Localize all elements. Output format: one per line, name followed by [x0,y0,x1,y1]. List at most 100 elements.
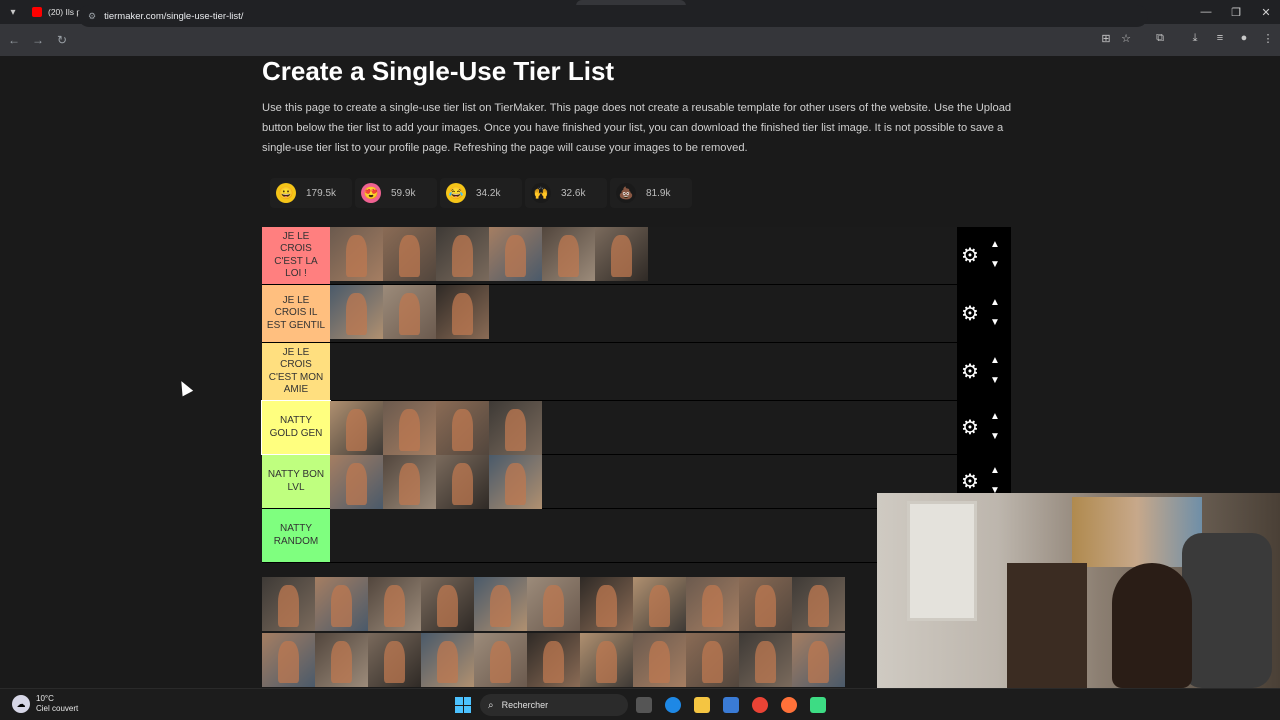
tier-image[interactable] [686,633,739,687]
site-info-icon[interactable]: ⚙ [88,11,96,22]
tier-image[interactable] [383,455,436,509]
task-view-icon[interactable] [636,697,652,713]
tier-image[interactable] [580,577,633,631]
translate-icon[interactable]: ⊞ [1097,32,1115,45]
windows-taskbar: ☁ 10°C Ciel couvert ⌕ Rechercher [0,688,1280,720]
tier-drop-zone[interactable] [330,285,957,342]
tier-image[interactable] [330,227,383,281]
move-tier-up-icon[interactable]: ▲ [990,356,1000,366]
tier-label[interactable]: NATTY GOLD GEN [261,400,331,455]
tier-image[interactable] [383,227,436,281]
tier-image[interactable] [489,401,542,455]
tier-image[interactable] [368,633,421,687]
tier-image[interactable] [633,577,686,631]
reaction-button[interactable]: 💩 81.9k [610,178,692,208]
tier-drop-zone[interactable] [330,401,957,455]
move-tier-down-icon[interactable]: ▼ [990,260,1000,270]
store-icon[interactable] [723,697,739,713]
move-tier-down-icon[interactable]: ▼ [990,432,1000,442]
bookmark-star-icon[interactable]: ☆ [1117,32,1135,45]
forward-icon[interactable]: → [26,28,50,52]
tier-image[interactable] [315,633,368,687]
tier-image[interactable] [330,285,383,339]
taskbar-search[interactable]: ⌕ Rechercher [480,694,628,716]
browser-menu-icon[interactable]: ⋮ [1259,32,1277,45]
extensions-icon[interactable]: ⧉ [1151,32,1169,45]
tier-image[interactable] [527,577,580,631]
tier-image[interactable] [474,577,527,631]
minimize-icon[interactable]: — [1190,0,1222,24]
move-tier-up-icon[interactable]: ▲ [990,240,1000,250]
tier-label[interactable]: JE LE CROIS C'EST MON AMIE [262,343,330,400]
download-icon[interactable]: ⤓ [1186,32,1204,45]
app-icon[interactable] [810,697,826,713]
tier-image[interactable] [580,633,633,687]
tier-label[interactable]: NATTY RANDOM [262,509,330,562]
tier-image[interactable] [595,227,648,281]
tier-image[interactable] [330,455,383,509]
tier-image[interactable] [383,285,436,339]
tier-image[interactable] [436,401,489,455]
tier-image[interactable] [421,577,474,631]
tier-image[interactable] [315,577,368,631]
tier-image[interactable] [527,633,580,687]
tier-image[interactable] [383,401,436,455]
tier-image[interactable] [489,455,542,509]
tier-image[interactable] [436,227,489,281]
firefox-icon[interactable] [781,697,797,713]
tier-image[interactable] [330,401,383,455]
tier-image[interactable] [633,633,686,687]
tier-label[interactable]: NATTY BON LVL [262,455,330,508]
move-tier-up-icon[interactable]: ▲ [990,298,1000,308]
tier-image[interactable] [262,577,315,631]
tab-search-chevron-icon[interactable]: ▾ [0,0,26,24]
profile-avatar-icon[interactable]: ● [1235,32,1253,44]
reaction-button[interactable]: 😍 59.9k [355,178,437,208]
edge-icon[interactable] [665,697,681,713]
weather-widget[interactable]: ☁ 10°C Ciel couvert [12,694,78,714]
tier-settings-gear-icon[interactable]: ⚙ [961,418,979,438]
reload-icon[interactable]: ↻ [50,28,74,52]
restore-icon[interactable]: ❐ [1220,0,1252,24]
tier-drop-zone[interactable] [330,227,957,284]
tier-image[interactable] [739,577,792,631]
tier-image[interactable] [542,227,595,281]
tier-image[interactable] [792,577,845,631]
tier-drop-zone[interactable] [330,509,957,562]
start-button[interactable] [455,697,471,713]
reaction-button[interactable]: 🙌 32.6k [525,178,607,208]
tier-settings-gear-icon[interactable]: ⚙ [961,362,979,382]
move-tier-up-icon[interactable]: ▲ [990,412,1000,422]
tier-image[interactable] [489,227,542,281]
tier-settings-gear-icon[interactable]: ⚙ [961,304,979,324]
reaction-button[interactable]: 😀 179.5k [270,178,352,208]
tier-image[interactable] [368,577,421,631]
tier-image[interactable] [474,633,527,687]
close-window-icon[interactable]: ✕ [1250,0,1280,24]
move-tier-down-icon[interactable]: ▼ [990,376,1000,386]
url-bar[interactable]: ⚙ tiermaker.com/single-use-tier-list/ [78,5,1148,27]
tier-image[interactable] [792,633,845,687]
tier-image[interactable] [436,455,489,509]
tier-label[interactable]: JE LE CROIS IL EST GENTIL [262,285,330,342]
back-icon[interactable]: ← [2,28,26,52]
tier-settings-gear-icon[interactable]: ⚙ [961,472,979,492]
tier-drop-zone[interactable] [330,455,957,509]
file-explorer-icon[interactable] [694,697,710,713]
chrome-icon[interactable] [752,697,768,713]
move-tier-down-icon[interactable]: ▼ [990,318,1000,328]
move-tier-up-icon[interactable]: ▲ [990,466,1000,476]
tier-image[interactable] [739,633,792,687]
url-text: tiermaker.com/single-use-tier-list/ [104,10,244,22]
tier-label[interactable]: JE LE CROIS C'EST LA LOI ! [262,227,330,284]
tier-image[interactable] [262,633,315,687]
tier-image[interactable] [421,633,474,687]
media-controls-icon[interactable]: ≡ [1211,32,1229,44]
tier-image[interactable] [686,577,739,631]
tier-drop-zone[interactable] [330,343,957,400]
reaction-button[interactable]: 😂 34.2k [440,178,522,208]
tier-image[interactable] [436,285,489,339]
reaction-count: 59.9k [391,187,416,199]
tier-settings-gear-icon[interactable]: ⚙ [961,246,979,266]
reaction-count: 32.6k [561,187,586,199]
